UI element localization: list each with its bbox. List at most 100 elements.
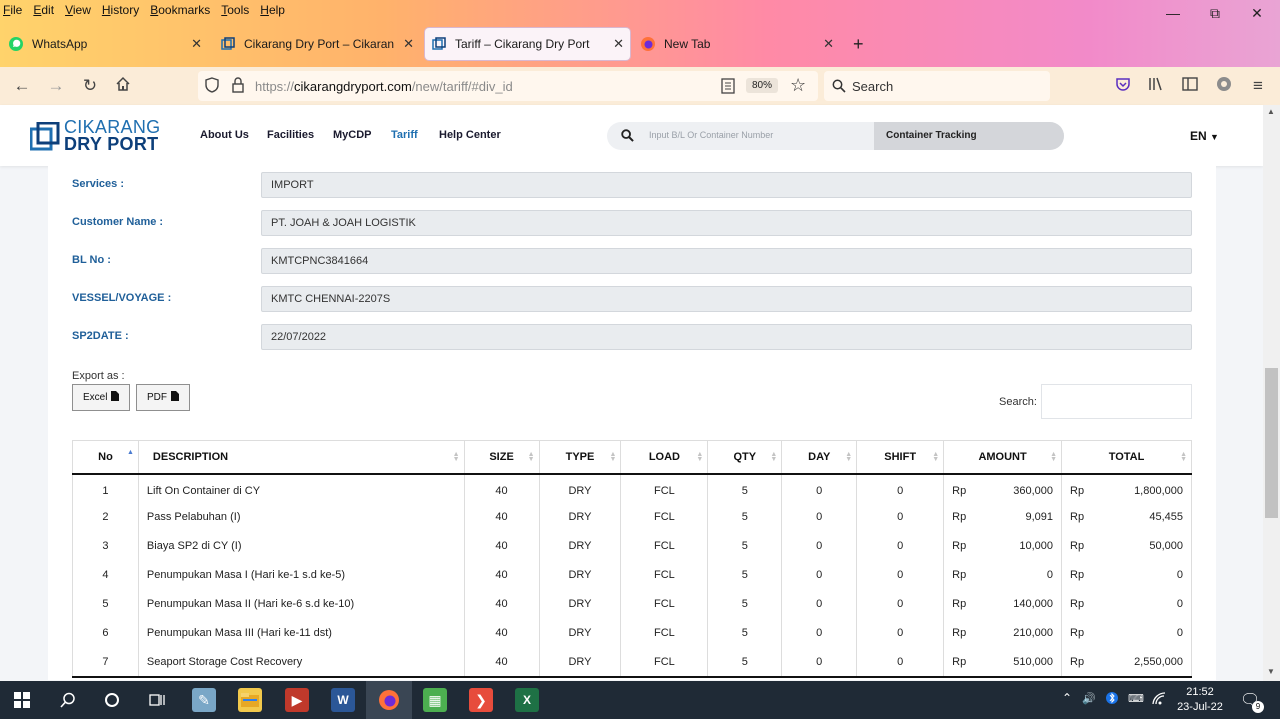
menu-file[interactable]: File [0,3,25,17]
cortana-icon[interactable] [100,688,124,712]
bl-no-field[interactable]: KMTCPNC3841664 [261,248,1192,274]
shield-icon[interactable] [204,77,220,96]
table-row[interactable]: 4 Penumpukan Masa I (Hari ke-1 s.d ke-5) 4… [72,560,1192,590]
nav-mycdp[interactable]: MyCDP [333,129,372,141]
col-label: AMOUNT [978,450,1027,463]
col-amount[interactable]: AMOUNT ▲ ▼ [943,440,1063,475]
nav-facilities[interactable]: Facilities [267,129,314,141]
page-scrollbar[interactable]: ▲ ▼ [1263,105,1280,681]
logo-mark-icon [29,121,60,155]
cell-size: 40 [464,618,540,648]
menu-edit[interactable]: Edit [30,3,57,17]
customer-name-field[interactable]: PT. JOAH & JOAH LOGISTIK [261,210,1192,236]
col-label: DAY [808,450,831,463]
sort-icon: ▲ ▼ [845,451,853,463]
table-row[interactable]: 7 Seaport Storage Cost Recovery 40 DRY FCL 5 0… [72,647,1192,678]
notepad-app-icon[interactable]: ✎ [192,688,216,712]
menu-history[interactable]: History [99,3,142,17]
excel-app-icon[interactable]: X [515,688,539,712]
tab-cikarang-home[interactable]: Cikarang Dry Port – Cikarang Dr ✕ [220,28,420,60]
menu-tools[interactable]: Tools [218,3,252,17]
forward-arrow-icon[interactable]: → [46,76,66,96]
scroll-up-icon[interactable]: ▲ [1267,107,1275,116]
scroll-down-icon[interactable]: ▼ [1267,667,1275,676]
windows-start-icon[interactable] [10,688,34,712]
site-logo[interactable]: CIKARANG DRY PORT [29,117,160,155]
volume-icon[interactable]: 🔊 [1082,692,1096,705]
table-row[interactable]: 1 Lift On Container di CY 40 DRY FCL 5 0 0 Rp 360… [72,473,1192,503]
table-row[interactable]: 3 Biaya SP2 di CY (I) 40 DRY FCL 5 0 0 Rp 10,000 R… [72,531,1192,561]
nav-help-center[interactable]: Help Center [439,129,501,141]
sheets-app-icon[interactable]: ▦ [423,688,447,712]
navigation-toolbar: ← → ↻ https://cikarangdryport.com/new/ta… [0,67,1280,105]
anydesk-app-icon[interactable]: ❯ [469,688,493,712]
library-icon[interactable] [1146,76,1166,97]
close-tab-icon[interactable]: ✕ [613,36,624,52]
table-row[interactable]: 2 Pass Pelabuhan (I) 40 DRY FCL 5 0 0 Rp 9,091 Rp 4… [72,502,1192,532]
table-row[interactable]: 5 Penumpukan Masa II (Hari ke-6 s.d ke-10… [72,589,1192,619]
firefox-app-icon[interactable] [377,688,401,712]
table-row[interactable]: 6 Penumpukan Masa III (Hari ke-11 dst) 40 D… [72,618,1192,648]
cell-size: 40 [464,647,540,678]
table-search-input[interactable] [1041,384,1192,419]
search-bar[interactable]: Search [824,71,1050,101]
zoom-level[interactable]: 80% [746,78,779,93]
bluetooth-icon[interactable] [1106,690,1118,709]
address-bar[interactable]: https://cikarangdryport.com/new/tariff/#… [198,71,818,101]
menu-bookmarks[interactable]: Bookmarks [147,3,213,17]
wifi-icon[interactable] [1152,692,1166,709]
search-icon[interactable] [56,688,80,712]
keyboard-icon[interactable]: ⌨ [1128,692,1144,705]
tray-chevron-icon[interactable]: ⌃ [1062,691,1072,705]
notification-count-badge: 9 [1252,701,1264,713]
tab-whatsapp[interactable]: WhatsApp ✕ [8,28,208,60]
tab-tariff[interactable]: Tariff – Cikarang Dry Port ✕ [425,28,630,60]
tracking-input[interactable]: Input B/L Or Container Number [649,130,773,140]
col-day[interactable]: DAY ▲ ▼ [781,440,858,475]
currency-label: Rp [952,484,967,497]
menu-view[interactable]: View [62,3,94,17]
language-selector[interactable]: EN ▼ [1190,129,1219,143]
system-clock[interactable]: 21:52 23-Jul-22 [1171,685,1229,715]
account-icon[interactable] [1214,76,1234,97]
cell-qty: 5 [707,531,783,561]
back-arrow-icon[interactable]: ← [12,76,32,96]
sp2date-field[interactable]: 22/07/2022 [261,324,1192,350]
close-tab-icon[interactable]: ✕ [403,36,414,52]
col-shift[interactable]: SHIFT ▲ ▼ [856,440,945,475]
sidebar-icon[interactable] [1180,76,1200,97]
nav-about-us[interactable]: About Us [200,129,249,141]
services-field[interactable]: IMPORT [261,172,1192,198]
pdf-reader-icon[interactable]: ▶ [285,688,309,712]
close-tab-icon[interactable]: ✕ [191,36,202,52]
home-icon[interactable] [113,76,133,97]
col-load[interactable]: LOAD ▲ ▼ [620,440,709,475]
col-size[interactable]: SIZE ▲ ▼ [464,440,540,475]
cell-load: FCL [620,647,709,678]
new-tab-plus-icon[interactable]: + [853,34,864,55]
reload-icon[interactable]: ↻ [80,76,100,96]
vessel-voyage-field[interactable]: KMTC CHENNAI-2207S [261,286,1192,312]
tab-new-tab[interactable]: New Tab ✕ [640,28,840,60]
file-explorer-icon[interactable] [238,688,262,712]
export-excel-button[interactable]: Excel [72,384,131,411]
scrollbar-thumb[interactable] [1265,368,1278,518]
col-qty[interactable]: QTY ▲ ▼ [707,440,783,475]
word-app-icon[interactable]: W [331,688,355,712]
task-view-icon[interactable] [145,688,169,712]
bookmark-star-icon[interactable]: ☆ [790,75,806,96]
container-tracking-button[interactable]: Container Tracking [874,122,1064,150]
reader-view-icon[interactable] [721,78,735,97]
nav-tariff[interactable]: Tariff [391,129,418,141]
col-type[interactable]: TYPE ▲ ▼ [539,440,622,475]
pocket-icon[interactable] [1113,76,1133,97]
col-no[interactable]: No ▲ [72,440,139,475]
col-total[interactable]: TOTAL ▲ ▼ [1061,440,1192,475]
col-description[interactable]: DESCRIPTION ▲ ▼ [138,440,465,475]
hamburger-menu-icon[interactable]: ≡ [1248,76,1268,96]
cell-day: 0 [781,560,858,590]
export-pdf-button[interactable]: PDF [136,384,190,411]
close-tab-icon[interactable]: ✕ [823,36,834,52]
menu-help[interactable]: Help [257,3,288,17]
lock-icon[interactable] [231,77,245,96]
